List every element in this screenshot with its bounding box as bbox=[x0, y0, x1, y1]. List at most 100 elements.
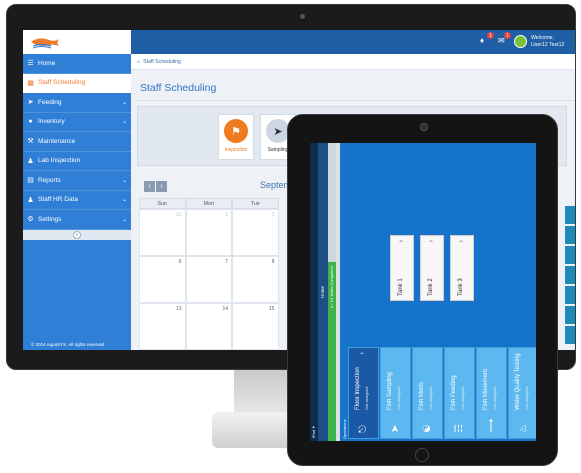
user-icon: ♟ bbox=[27, 157, 34, 165]
activity-card[interactable]: ♨ Water Quality Testing Not assigned bbox=[508, 347, 536, 439]
notification-badge: 1 bbox=[487, 32, 494, 39]
water-icon: ♨ bbox=[518, 424, 529, 433]
user-menu[interactable]: Welcome, User12 Test12 bbox=[531, 35, 564, 48]
activity-card[interactable]: ⎋ Floor Inspection Not assigned › bbox=[348, 347, 379, 439]
day-header: Tue bbox=[232, 198, 279, 209]
people-icon: ● bbox=[28, 118, 33, 126]
inspection-icon: ⚑ bbox=[224, 119, 248, 143]
sidebar-item-label: Maintenance bbox=[38, 137, 76, 145]
chevron-down-icon: ⌄ bbox=[121, 216, 127, 223]
calendar-week: 13 14 15 bbox=[139, 303, 289, 350]
calendar-day[interactable]: 7 bbox=[185, 256, 232, 303]
chevron-down-icon: ⌄ bbox=[121, 99, 127, 106]
tablet-frame: iPad ✦ Home 6 / 10 Tasks Completed Opera… bbox=[287, 114, 558, 466]
sidebar-item-label: Home bbox=[38, 59, 56, 67]
tank-label: Tank 1 bbox=[398, 278, 404, 296]
activity-label: Fish Sampling bbox=[387, 371, 393, 410]
breadcrumb-item[interactable]: Staff Scheduling bbox=[143, 59, 181, 65]
task-type-label: Inspection bbox=[224, 147, 248, 153]
document-icon: ▤ bbox=[27, 177, 34, 185]
tank-label: Tank 2 bbox=[428, 278, 434, 296]
department-label: Operations bbox=[342, 419, 347, 439]
task-type-label: Sampling bbox=[267, 147, 289, 153]
sidebar-item-maintenance[interactable]: ⚒ Maintenance bbox=[23, 132, 131, 152]
sidebar-item-label: Feeding bbox=[38, 98, 62, 106]
calendar-day[interactable]: 15 bbox=[232, 303, 279, 350]
calendar-day[interactable]: 31 bbox=[139, 209, 186, 256]
chevron-down-icon: ⌄ bbox=[121, 197, 127, 204]
sidebar-item-reports[interactable]: ▤ Reports ⌄ bbox=[23, 171, 131, 191]
sidebar-item-label: Lab Inspection bbox=[38, 157, 81, 165]
calendar-day[interactable]: 14 bbox=[185, 303, 232, 350]
sidebar-item-settings[interactable]: ⚙ Settings ⌄ bbox=[23, 210, 131, 230]
home-icon[interactable]: ⌂ bbox=[137, 59, 140, 65]
fish-icon: ➤ bbox=[27, 99, 34, 107]
day-header: Mon bbox=[185, 198, 232, 209]
activity-label: Fish Morts bbox=[419, 381, 425, 410]
sidebar-collapse-bar: « bbox=[23, 229, 131, 240]
activity-status: Not assigned bbox=[460, 386, 465, 410]
activity-label: Fish Movement bbox=[483, 368, 489, 410]
feeding-icon: ☶ bbox=[454, 424, 465, 433]
sidebar-item-label: Reports bbox=[38, 176, 61, 184]
activity-card[interactable]: ➤ Fish Sampling Not assigned bbox=[380, 347, 411, 439]
chevron-icon: › bbox=[398, 240, 405, 243]
calendar-icon: ▦ bbox=[27, 79, 34, 87]
wrench-icon: ⚒ bbox=[27, 138, 34, 146]
sidebar-item-label: Settings bbox=[38, 215, 62, 223]
sidebar-item-staff-scheduling[interactable]: ▦ Staff Scheduling bbox=[23, 73, 131, 93]
monitor-camera bbox=[300, 14, 305, 19]
message-badge: 1 bbox=[504, 32, 511, 39]
calendar-grid: Sun Mon Tue 31 1 2 6 7 8 13 14 15 20 21 bbox=[139, 198, 289, 350]
tank-task-card[interactable]: Tank 1 › bbox=[390, 235, 414, 301]
task-type-inspection[interactable]: ⚑ Inspection bbox=[218, 114, 254, 160]
activity-status: Not assigned bbox=[364, 386, 369, 410]
chevron-icon: › bbox=[458, 240, 465, 243]
scheduled-events-strip bbox=[565, 206, 575, 346]
copyright: © 2014 AquaSYS. All rights reserved bbox=[31, 342, 105, 347]
calendar-day[interactable]: 6 bbox=[139, 256, 186, 303]
day-header: Sun bbox=[139, 198, 186, 209]
task-progress-fill: 6 / 10 Tasks Completed bbox=[328, 262, 336, 441]
prev-month-button[interactable]: ‹ bbox=[144, 181, 155, 192]
progress-track bbox=[336, 143, 340, 441]
sidebar-item-label: Staff HR Data bbox=[38, 196, 78, 204]
activity-label: Water Quality Testing bbox=[515, 353, 521, 410]
activity-status: Not assigned bbox=[396, 386, 401, 410]
calendar-day[interactable]: 8 bbox=[232, 256, 279, 303]
sidebar-item-feeding[interactable]: ➤ Feeding ⌄ bbox=[23, 93, 131, 113]
calendar-week: 6 7 8 bbox=[139, 256, 289, 303]
calendar-day[interactable]: 13 bbox=[139, 303, 186, 350]
chevron-down-icon: ⌄ bbox=[121, 177, 127, 184]
sidebar-item-home[interactable]: ☰ Home bbox=[23, 54, 131, 74]
next-month-button[interactable]: › bbox=[156, 181, 167, 192]
avatar[interactable] bbox=[514, 35, 527, 48]
home-button[interactable] bbox=[415, 448, 429, 462]
calendar-day[interactable]: 1 bbox=[185, 209, 232, 256]
divider bbox=[137, 100, 575, 101]
activity-card[interactable]: ☯ Fish Morts Not assigned bbox=[412, 347, 443, 439]
activity-status: Not assigned bbox=[428, 386, 433, 410]
movement-icon: ⟶ bbox=[486, 418, 497, 433]
sidebar-item-inventory[interactable]: ● Inventory ⌄ bbox=[23, 113, 131, 132]
activity-card[interactable]: ☶ Fish Feeding Not assigned bbox=[444, 347, 475, 439]
tank-task-card[interactable]: Tank 2 › bbox=[420, 235, 444, 301]
tablet-screen: iPad ✦ Home 6 / 10 Tasks Completed Opera… bbox=[310, 143, 536, 441]
logo[interactable] bbox=[23, 30, 131, 54]
chevron-icon: › bbox=[359, 352, 366, 355]
calendar-day[interactable]: 2 bbox=[232, 209, 279, 256]
sidebar-item-staff-hr-data[interactable]: ♟ Staff HR Data ⌄ bbox=[23, 191, 131, 210]
staff-icon: ♟ bbox=[27, 196, 34, 204]
tank-task-card[interactable]: Tank 3 › bbox=[450, 235, 474, 301]
tablet-camera bbox=[420, 123, 428, 131]
gear-icon: ⚙ bbox=[27, 216, 34, 224]
username: User12 Test12 bbox=[531, 41, 565, 48]
sidebar-item-lab-inspection[interactable]: ♟ Lab Inspection bbox=[23, 152, 131, 171]
collapse-sidebar-button[interactable]: « bbox=[73, 230, 81, 239]
calendar-header: Sun Mon Tue bbox=[139, 198, 289, 209]
activity-card[interactable]: ⟶ Fish Movement Not assigned bbox=[476, 347, 507, 439]
faucet-icon: ⎋ bbox=[358, 425, 369, 433]
status-bar: iPad ✦ bbox=[310, 143, 318, 441]
chevron-down-icon: ⌄ bbox=[121, 119, 127, 126]
tablet-header: Home bbox=[318, 143, 328, 441]
